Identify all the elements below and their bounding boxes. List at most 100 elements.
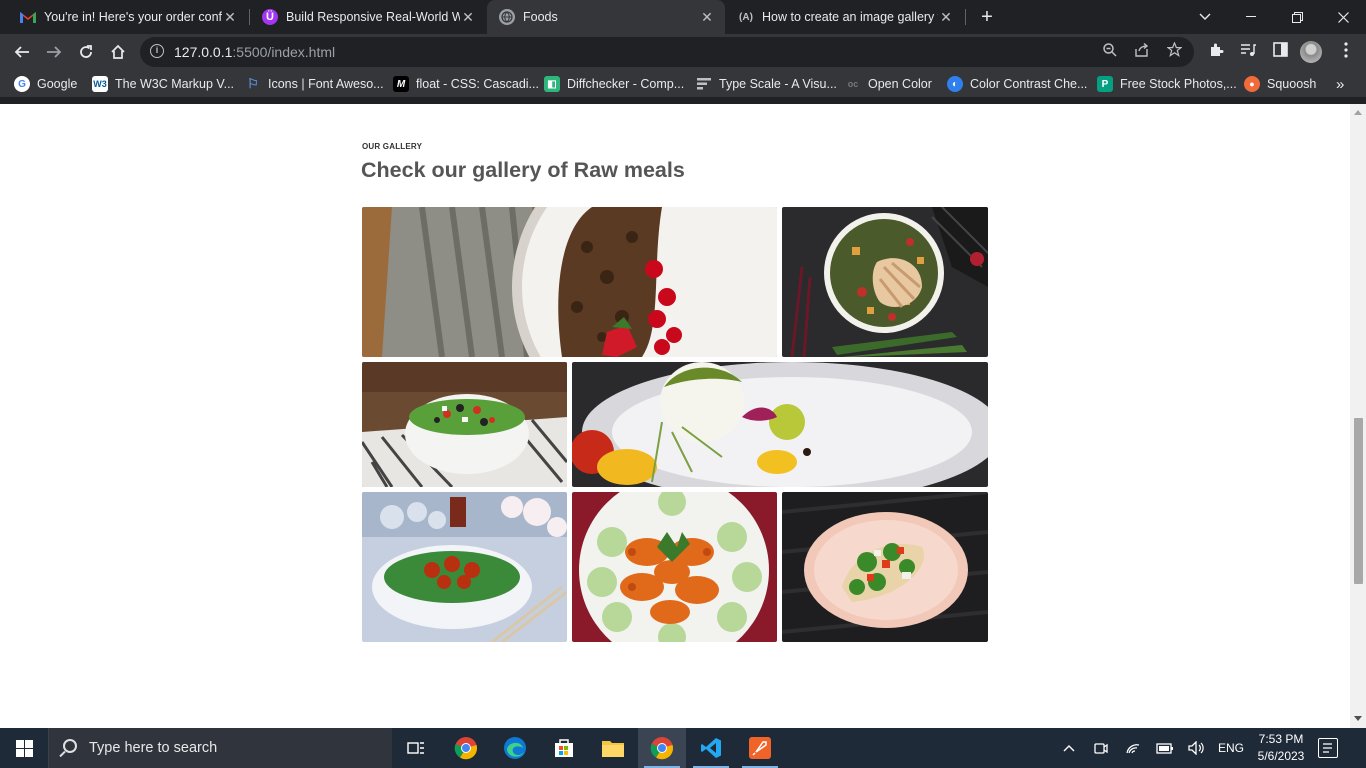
contrast-icon: ◐ bbox=[947, 76, 963, 92]
search-placeholder: Type here to search bbox=[89, 740, 218, 756]
clock-time: 7:53 PM bbox=[1258, 732, 1304, 746]
wifi-icon[interactable] bbox=[1122, 728, 1144, 768]
gallery-image-salad-wrap-plate[interactable] bbox=[782, 492, 988, 642]
menu-kebab-icon[interactable] bbox=[1336, 42, 1356, 62]
bookmark-label: The W3C Markup V... bbox=[115, 77, 235, 91]
close-icon[interactable]: ✕ bbox=[222, 9, 238, 26]
bookmarks-bar: G Google W3 The W3C Markup V... ⚐ Icons … bbox=[0, 70, 1366, 98]
task-view-icon[interactable] bbox=[392, 728, 440, 768]
gallery-image-shrimp-plate[interactable] bbox=[572, 492, 777, 642]
tab-title: Foods bbox=[523, 10, 558, 24]
tab-separator bbox=[965, 9, 966, 25]
squoosh-icon: ● bbox=[1244, 76, 1260, 92]
bookmark-google[interactable]: G Google bbox=[14, 75, 77, 93]
close-window-button[interactable] bbox=[1320, 0, 1366, 34]
url-text[interactable]: 127.0.0.1:5500/index.html bbox=[174, 44, 335, 60]
close-icon[interactable]: ✕ bbox=[699, 9, 715, 26]
edge-icon[interactable] bbox=[491, 728, 539, 768]
bookmark-label: Free Stock Photos,... bbox=[1120, 77, 1237, 91]
taskbar-search-box[interactable]: Type here to search bbox=[48, 728, 392, 768]
media-control-icon[interactable] bbox=[1238, 42, 1258, 62]
bookmark-type-scale[interactable]: Type Scale - A Visu... bbox=[696, 75, 837, 93]
gallery-image-granola-yogurt-bowl[interactable] bbox=[362, 207, 777, 357]
volume-icon[interactable] bbox=[1186, 728, 1208, 768]
battery-icon[interactable] bbox=[1154, 728, 1176, 768]
opencolor-icon: oc bbox=[847, 79, 859, 89]
clock-date: 5/6/2023 bbox=[1257, 749, 1305, 763]
tab-udemy[interactable]: Ü Build Responsive Real-World Web ✕ bbox=[250, 0, 486, 34]
scrollbar-thumb[interactable] bbox=[1354, 418, 1363, 584]
notification-center-icon[interactable] bbox=[1318, 738, 1338, 758]
language-indicator[interactable]: ENG bbox=[1216, 728, 1246, 768]
section-eyebrow: Our gallery bbox=[362, 142, 423, 151]
restore-button[interactable] bbox=[1274, 0, 1320, 34]
page-viewport: Our gallery Check our gallery of Raw mea… bbox=[0, 104, 1350, 728]
bookmark-w3c[interactable]: W3 The W3C Markup V... bbox=[92, 75, 234, 93]
extensions-icon[interactable] bbox=[1206, 42, 1226, 62]
tab-title: Build Responsive Real-World Web bbox=[286, 10, 460, 24]
taskbar-clock[interactable]: 7:53 PM 5/6/2023 bbox=[1256, 731, 1306, 765]
home-button[interactable] bbox=[104, 38, 132, 66]
diffchecker-icon: ◧ bbox=[544, 76, 560, 92]
w3c-icon: W3 bbox=[92, 76, 108, 92]
back-button[interactable] bbox=[8, 38, 36, 66]
bookmark-diffchecker[interactable]: ◧ Diffchecker - Comp... bbox=[544, 75, 684, 93]
bookmark-label: Color Contrast Che... bbox=[970, 77, 1088, 91]
more-bookmarks-chevron-icon[interactable]: » bbox=[1336, 75, 1344, 93]
vscode-icon[interactable] bbox=[687, 728, 735, 768]
bookmark-label: Google bbox=[37, 77, 78, 91]
bookmark-pexels[interactable]: P Free Stock Photos,... bbox=[1097, 75, 1237, 93]
start-button[interactable] bbox=[0, 728, 48, 768]
site-info-icon[interactable]: i bbox=[150, 44, 164, 58]
gallery-image-cucumber-chicken-bowl[interactable] bbox=[362, 492, 567, 642]
browser-toolbar: i 127.0.0.1:5500/index.html bbox=[0, 34, 1366, 70]
globe-icon bbox=[499, 9, 515, 25]
tab-image-gallery[interactable]: (A) How to create an image gallery w ✕ bbox=[726, 0, 964, 34]
bookmark-label: Diffchecker - Comp... bbox=[567, 77, 685, 91]
forward-button[interactable] bbox=[40, 38, 68, 66]
meet-now-icon[interactable] bbox=[1090, 728, 1112, 768]
address-bar[interactable]: i 127.0.0.1:5500/index.html bbox=[140, 37, 1194, 67]
profile-avatar[interactable] bbox=[1300, 41, 1322, 63]
reload-button[interactable] bbox=[72, 38, 100, 66]
bookmark-mdn[interactable]: M float - CSS: Cascadi... bbox=[393, 75, 539, 93]
tab-foods[interactable]: Foods ✕ bbox=[487, 0, 725, 34]
file-explorer-icon[interactable] bbox=[589, 728, 637, 768]
close-icon[interactable]: ✕ bbox=[938, 9, 954, 26]
side-panel-icon[interactable] bbox=[1270, 42, 1290, 62]
section-heading: Check our gallery of Raw meals bbox=[361, 158, 685, 182]
share-icon[interactable] bbox=[1132, 42, 1152, 62]
flag-icon: ⚐ bbox=[247, 76, 259, 91]
bookmark-squoosh[interactable]: ● Squoosh bbox=[1244, 75, 1316, 93]
gallery-image-chicken-salad-bowl[interactable] bbox=[782, 207, 988, 357]
new-tab-button[interactable]: + bbox=[976, 4, 998, 30]
scroll-up-arrow-icon[interactable] bbox=[1354, 110, 1362, 115]
google-icon: G bbox=[14, 76, 30, 92]
show-hidden-icons-chevron-icon[interactable] bbox=[1058, 728, 1080, 768]
tab-title: How to create an image gallery w bbox=[762, 10, 938, 24]
microsoft-store-icon[interactable] bbox=[540, 728, 588, 768]
bookmark-label: Type Scale - A Visu... bbox=[719, 77, 837, 91]
image-gallery bbox=[362, 207, 988, 642]
bookmark-label: Squoosh bbox=[1267, 77, 1317, 91]
page-scrollbar[interactable] bbox=[1350, 104, 1366, 728]
gallery-image-greek-salad-bowl[interactable] bbox=[362, 362, 567, 487]
gallery-image-burrata-plate[interactable] bbox=[572, 362, 988, 487]
scroll-down-arrow-icon[interactable] bbox=[1354, 716, 1362, 721]
gmail-icon bbox=[20, 9, 36, 25]
bookmark-color-contrast[interactable]: ◐ Color Contrast Che... bbox=[947, 75, 1087, 93]
chrome-icon[interactable] bbox=[442, 728, 490, 768]
close-icon[interactable]: ✕ bbox=[460, 9, 476, 26]
rocket-app-icon[interactable] bbox=[736, 728, 784, 768]
tab-search-chevron-icon[interactable] bbox=[1182, 0, 1228, 34]
zoom-icon[interactable] bbox=[1100, 42, 1120, 62]
bookmark-font-awesome[interactable]: ⚐ Icons | Font Aweso... bbox=[245, 75, 383, 93]
chrome-window-icon[interactable] bbox=[638, 728, 686, 768]
tab-gmail[interactable]: You're in! Here's your order confi ✕ bbox=[8, 0, 248, 34]
minimize-button[interactable] bbox=[1228, 0, 1274, 34]
bookmark-open-color[interactable]: oc Open Color bbox=[845, 75, 932, 93]
search-icon bbox=[63, 739, 77, 753]
windows-taskbar: Type here to search ENG 7:53 PM 5/6/2023 bbox=[0, 728, 1366, 768]
pexels-icon: P bbox=[1097, 76, 1113, 92]
bookmark-star-icon[interactable] bbox=[1164, 41, 1184, 62]
